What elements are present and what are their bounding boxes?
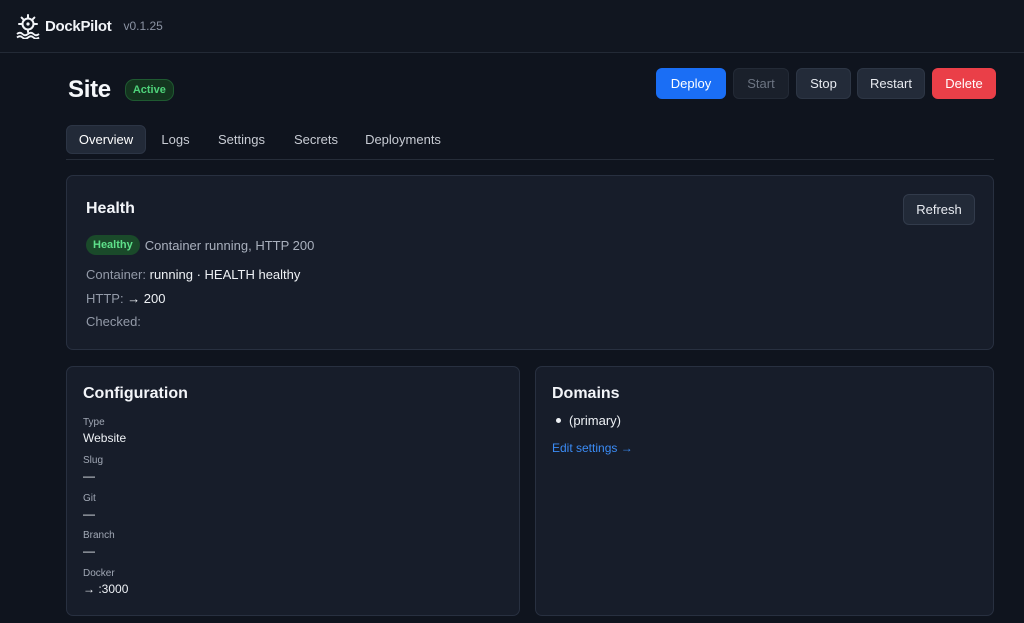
configuration-card: Configuration Type Website Slug — Git — … bbox=[66, 366, 520, 616]
page-header: Site Active bbox=[68, 76, 174, 104]
branch-value: — bbox=[83, 544, 95, 558]
checked-row: Checked: bbox=[86, 314, 141, 329]
health-title: Health bbox=[86, 200, 135, 217]
stop-button[interactable]: Stop bbox=[796, 68, 851, 99]
container-value: running · HEALTH healthy bbox=[149, 267, 301, 282]
tab-deployments[interactable]: Deployments bbox=[358, 125, 448, 154]
domain-name: (primary) bbox=[569, 413, 621, 428]
checked-label: Checked: bbox=[86, 314, 141, 329]
git-value: — bbox=[83, 507, 95, 521]
restart-button[interactable]: Restart bbox=[857, 68, 925, 99]
bullet-icon bbox=[556, 418, 561, 423]
slug-label: Slug bbox=[83, 455, 104, 466]
app-logo[interactable]: DockPilot bbox=[15, 13, 112, 39]
domains-title: Domains bbox=[552, 385, 620, 402]
type-label: Type bbox=[83, 417, 105, 428]
health-summary: Container running, HTTP 200 bbox=[144, 237, 315, 253]
refresh-button[interactable]: Refresh bbox=[903, 194, 975, 225]
healthy-badge: Healthy bbox=[86, 235, 140, 255]
tab-bar: Overview Logs Settings Secrets Deploymen… bbox=[66, 125, 994, 160]
deploy-button[interactable]: Deploy bbox=[656, 68, 726, 99]
tab-overview[interactable]: Overview bbox=[66, 125, 146, 154]
domains-card: Domains (primary) Edit settings → bbox=[535, 366, 994, 616]
docker-value: → :3000 bbox=[83, 582, 129, 596]
http-row: HTTP: → 200 bbox=[86, 291, 166, 306]
docker-label: Docker bbox=[83, 568, 115, 579]
app-name: DockPilot bbox=[45, 17, 112, 35]
health-status: Healthy Container running, HTTP 200 bbox=[86, 235, 314, 255]
type-value: Website bbox=[83, 431, 127, 445]
page-title: Site bbox=[68, 76, 111, 103]
http-value: → 200 bbox=[127, 291, 166, 306]
container-row: Container: running · HEALTH healthy bbox=[86, 267, 300, 282]
branch-label: Branch bbox=[83, 530, 115, 541]
http-label: HTTP: bbox=[86, 291, 124, 306]
status-badge: Active bbox=[124, 79, 174, 101]
tab-logs[interactable]: Logs bbox=[152, 125, 199, 154]
top-bar: DockPilot v0.1.25 bbox=[0, 0, 1024, 53]
ship-wheel-icon bbox=[15, 13, 41, 39]
slug-value: — bbox=[83, 469, 95, 483]
list-item: (primary) bbox=[556, 413, 621, 428]
app-version: v0.1.25 bbox=[123, 19, 163, 33]
health-card: Health Refresh Healthy Container running… bbox=[66, 175, 994, 350]
git-label: Git bbox=[83, 493, 96, 504]
tab-settings[interactable]: Settings bbox=[209, 125, 274, 154]
start-button[interactable]: Start bbox=[733, 68, 789, 99]
container-label: Container: bbox=[86, 267, 146, 282]
edit-settings-link[interactable]: Edit settings → bbox=[552, 441, 633, 455]
configuration-title: Configuration bbox=[83, 385, 188, 402]
tab-secrets[interactable]: Secrets bbox=[284, 125, 348, 154]
delete-button[interactable]: Delete bbox=[932, 68, 996, 99]
